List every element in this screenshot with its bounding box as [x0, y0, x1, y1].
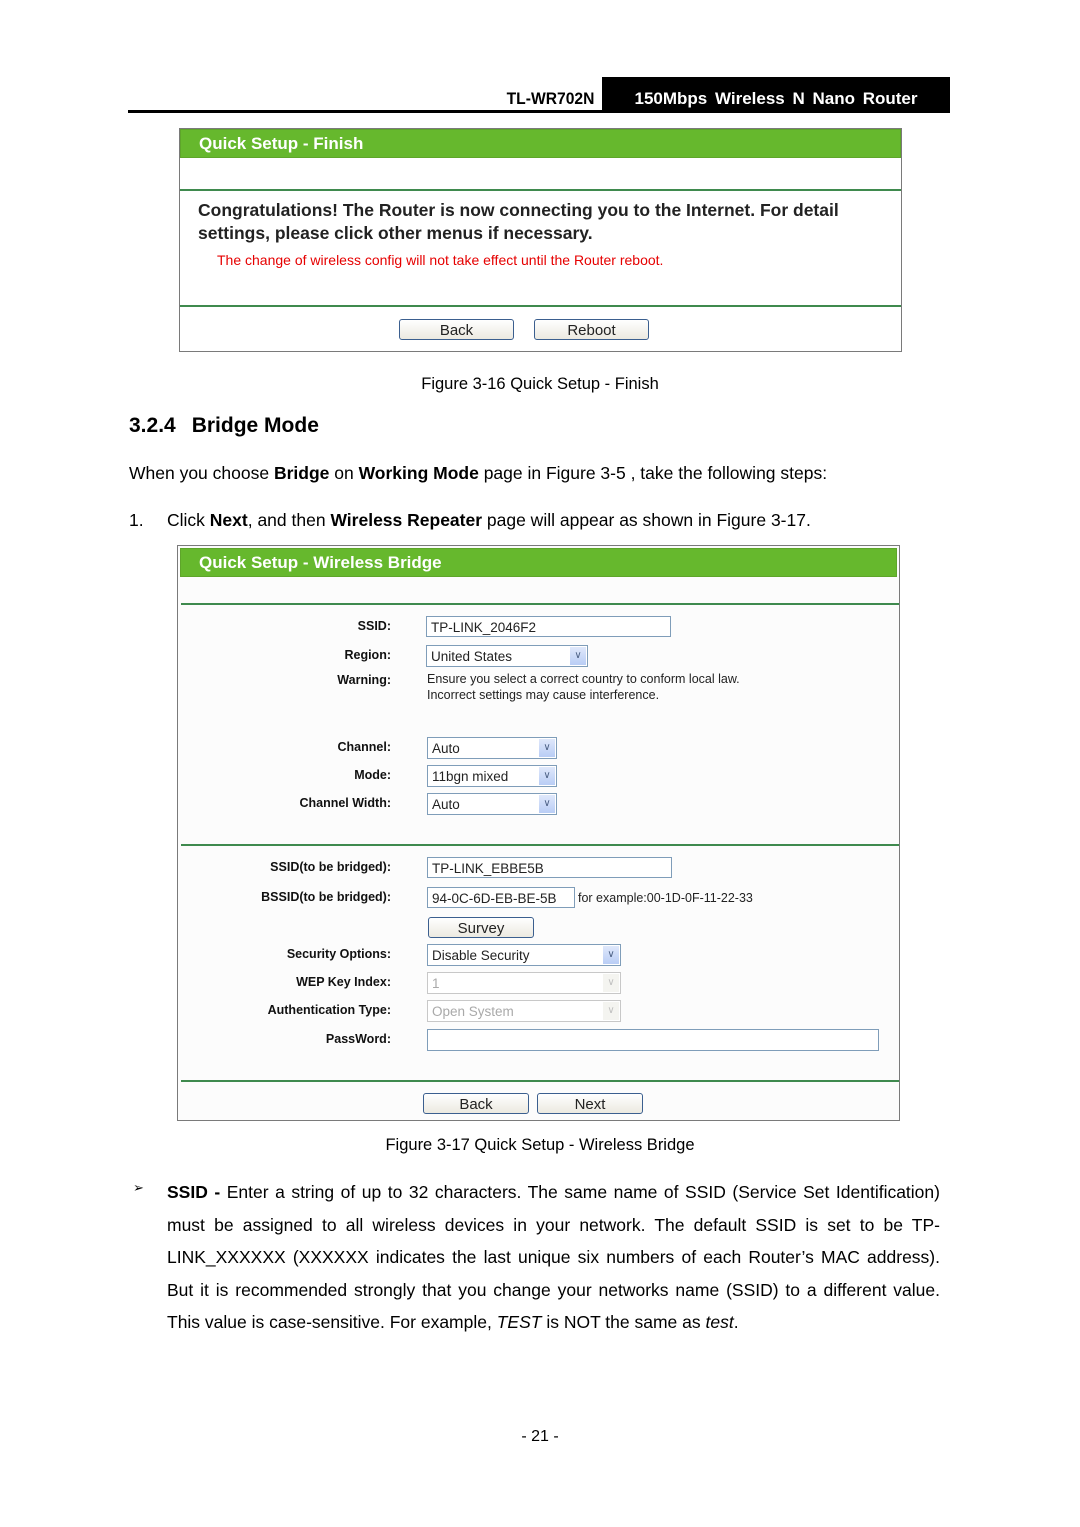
section-heading: 3.2.4 Bridge Mode	[129, 414, 319, 438]
bullet-arrow-icon: ➢	[133, 1180, 144, 1195]
text: .	[733, 1312, 739, 1332]
channel-label: Channel:	[337, 740, 391, 754]
channel-width-label: Channel Width:	[299, 796, 391, 810]
channel-value: Auto	[432, 741, 460, 756]
italic-text: TEST	[496, 1312, 542, 1332]
chevron-down-icon[interactable]: ∨	[539, 739, 555, 757]
chevron-down-icon[interactable]: ∨	[603, 974, 619, 992]
auth-type-value: Open System	[432, 1004, 514, 1019]
italic-text: test	[705, 1312, 734, 1332]
section-number: 3.2.4	[129, 414, 176, 437]
chevron-down-icon[interactable]: ∨	[570, 647, 586, 665]
channel-width-select[interactable]: Auto ∨	[427, 793, 557, 815]
figure-caption: Figure 3-17 Quick Setup - Wireless Bridg…	[385, 1136, 695, 1154]
text: When you choose	[129, 463, 274, 483]
region-select[interactable]: United States ∨	[426, 645, 588, 667]
panel-title: Quick Setup - Wireless Bridge	[180, 548, 897, 577]
quick-setup-wireless-bridge-panel: Quick Setup - Wireless Bridge SSID: TP-L…	[177, 545, 900, 1121]
survey-button[interactable]: Survey	[428, 917, 534, 938]
wep-key-index-select[interactable]: 1 ∨	[427, 972, 621, 994]
back-button[interactable]: Back	[399, 319, 514, 340]
bold-text: Working Mode	[358, 463, 479, 483]
text: Click	[167, 510, 210, 530]
ssid-label: SSID:	[357, 619, 391, 633]
bold-text: Wireless Repeater	[330, 510, 483, 530]
chevron-down-icon[interactable]: ∨	[603, 946, 619, 964]
divider	[181, 603, 899, 605]
wep-key-index-label: WEP Key Index:	[296, 975, 391, 989]
authentication-type-select[interactable]: Open System ∨	[427, 1000, 621, 1022]
warning-label: Warning:	[337, 673, 391, 687]
channel-select[interactable]: Auto ∨	[427, 737, 557, 759]
text: Enter a string of up to 32 characters. T…	[167, 1182, 940, 1332]
reboot-button[interactable]: Reboot	[534, 319, 649, 340]
text: , and then	[247, 510, 331, 530]
ssid-bridged-label: SSID(to be bridged):	[270, 860, 391, 874]
mode-value: 11bgn mixed	[432, 769, 509, 784]
password-input[interactable]	[427, 1029, 879, 1051]
password-label: PassWord:	[325, 1032, 391, 1046]
back-button[interactable]: Back	[423, 1093, 529, 1114]
section-title: Bridge Mode	[191, 414, 319, 437]
ssid-input[interactable]: TP-LINK_2046F2	[426, 616, 671, 637]
warning-line: Incorrect settings may cause interferenc…	[427, 688, 660, 702]
page-number: - 21 -	[521, 1428, 559, 1445]
security-options-label: Security Options:	[286, 947, 391, 961]
figure-caption: Figure 3-16 Quick Setup - Finish	[421, 375, 659, 393]
mode-label: Mode:	[354, 768, 391, 782]
channel-width-value: Auto	[432, 797, 460, 812]
panel-title: Quick Setup - Finish	[180, 129, 901, 158]
text: page will appear as shown in Figure 3-17…	[482, 510, 811, 530]
quick-setup-finish-panel: Quick Setup - Finish Congratulations! Th…	[179, 128, 902, 352]
bold-text: Next	[209, 510, 248, 530]
authentication-type-label: Authentication Type:	[267, 1003, 391, 1017]
mode-select[interactable]: 11bgn mixed ∨	[427, 765, 557, 787]
ssid-description: SSID - Enter a string of up to 32 charac…	[167, 1176, 940, 1339]
intro-paragraph: When you choose Bridge on Working Mode p…	[129, 463, 827, 484]
divider	[180, 189, 901, 191]
bold-text: Bridge	[273, 463, 330, 483]
model-name: TL-WR702N	[506, 89, 594, 108]
bssid-bridged-input[interactable]: 94-0C-6D-EB-BE-5B	[427, 887, 575, 908]
warning-line: Ensure you select a correct country to c…	[427, 672, 740, 686]
text: on	[329, 463, 359, 483]
reboot-warning: The change of wireless config will not t…	[217, 252, 664, 268]
divider	[181, 844, 899, 846]
text: is NOT the same as	[541, 1312, 706, 1332]
text: page in Figure 3-5 , take the following …	[478, 463, 828, 483]
congratulations-message: Congratulations! The Router is now conne…	[198, 200, 839, 243]
security-options-select[interactable]: Disable Security ∨	[427, 944, 621, 966]
region-label: Region:	[344, 648, 391, 662]
step-number: 1.	[129, 510, 144, 530]
bssid-bridged-label: BSSID(to be bridged):	[261, 890, 391, 904]
wep-index-value: 1	[432, 976, 440, 991]
ssid-bridged-input[interactable]: TP-LINK_EBBE5B	[427, 857, 672, 878]
running-header: TL-WR702N 150Mbps Wireless N Nano Router	[128, 77, 950, 113]
warning-note: Ensure you select a correct country to c…	[427, 671, 740, 703]
region-value: United States	[431, 649, 513, 664]
security-value: Disable Security	[432, 948, 530, 963]
bssid-example-hint: for example:00-1D-0F-11-22-33	[578, 891, 753, 905]
product-name: 150Mbps Wireless N Nano Router	[602, 77, 950, 113]
step-1: 1. Click Next, and then Wireless Repeater…	[129, 510, 811, 531]
term: SSID -	[167, 1182, 227, 1202]
chevron-down-icon[interactable]: ∨	[539, 795, 555, 813]
header-rule	[128, 110, 950, 113]
divider	[180, 305, 901, 307]
divider	[181, 1080, 899, 1082]
chevron-down-icon[interactable]: ∨	[539, 767, 555, 785]
next-button[interactable]: Next	[537, 1093, 643, 1114]
chevron-down-icon[interactable]: ∨	[603, 1002, 619, 1020]
